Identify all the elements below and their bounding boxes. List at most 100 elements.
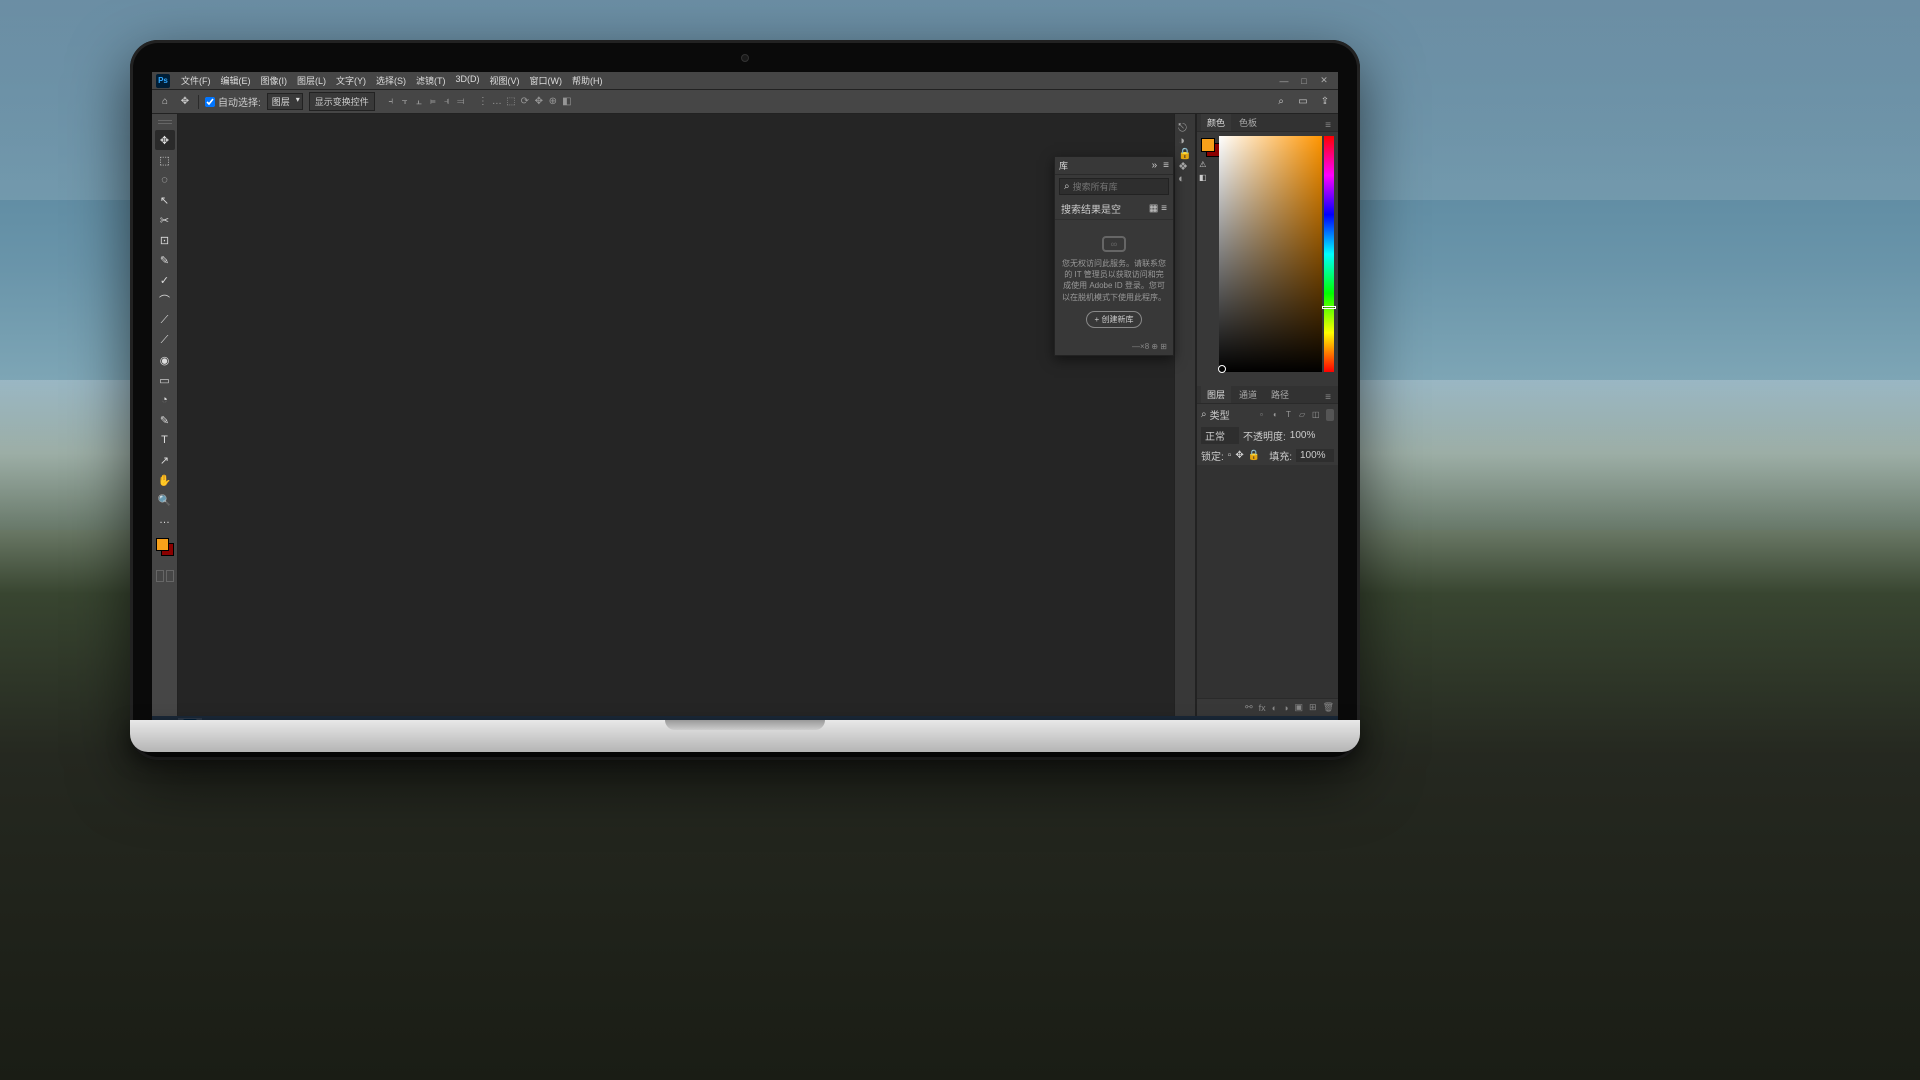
color-swatches[interactable] [156, 538, 174, 556]
opacity-value[interactable]: 100% [1290, 430, 1316, 441]
menu-窗口W[interactable]: 窗口(W) [525, 72, 568, 89]
tool-16[interactable]: ↗ [155, 450, 175, 470]
dock-icon-0[interactable]: ⎋ [1178, 122, 1192, 135]
tool-14[interactable]: ✎ [155, 410, 175, 430]
foreground-swatch[interactable] [1201, 138, 1215, 152]
align-center-h-icon[interactable]: ⫟ [399, 96, 411, 108]
auto-select-target-dropdown[interactable]: 图层 [267, 93, 303, 110]
search-icon[interactable]: ⌕ [1274, 95, 1288, 109]
tool-15[interactable]: T [155, 430, 175, 450]
dock-icon-3[interactable]: ❖ [1178, 160, 1192, 173]
adjustment-layer-icon[interactable]: ◑ [1283, 703, 1288, 713]
tool-5[interactable]: ⊡ [155, 230, 175, 250]
tab-swatches[interactable]: 色板 [1233, 114, 1263, 131]
collapse-panel-icon[interactable]: » [1152, 160, 1158, 171]
move-tool-icon[interactable]: ✥ [178, 95, 192, 109]
library-filter-label[interactable]: 搜索结果是空 [1061, 201, 1121, 216]
library-search-input[interactable]: ⌕ [1059, 178, 1169, 195]
blend-mode-dropdown[interactable]: 正常 [1201, 427, 1239, 444]
menu-图像I[interactable]: 图像(I) [256, 72, 293, 89]
share-icon[interactable]: ⇪ [1318, 95, 1332, 109]
websafe-icon[interactable]: ◧ [1199, 173, 1207, 182]
layer-style-icon[interactable]: fx [1259, 703, 1266, 713]
tab-color[interactable]: 颜色 [1201, 114, 1231, 131]
align-bottom-icon[interactable]: ⫤ [455, 96, 467, 108]
toolbox-grip-icon[interactable] [158, 120, 172, 124]
tool-7[interactable]: ✓ [155, 270, 175, 290]
tool-2[interactable]: ◌ [155, 170, 175, 190]
panel-menu-icon[interactable]: ≡ [1322, 120, 1334, 131]
menu-视图V[interactable]: 视图(V) [485, 72, 525, 89]
tool-19[interactable]: … [155, 510, 175, 530]
tool-12[interactable]: ▭ [155, 370, 175, 390]
lock-position-icon[interactable]: ✥ [1235, 450, 1243, 461]
show-transform-button[interactable]: 显示变换控件 [309, 92, 375, 111]
filter-pixel-icon[interactable]: ▫ [1260, 410, 1270, 420]
layer-mask-icon[interactable]: ◐ [1272, 703, 1277, 713]
tool-11[interactable]: ◉ [155, 350, 175, 370]
extra-icon[interactable]: ⊕ [547, 96, 559, 108]
more-options-icon[interactable]: … [491, 96, 503, 108]
panel-menu-icon[interactable]: ≡ [1163, 160, 1169, 171]
filter-adjust-icon[interactable]: ◐ [1273, 410, 1283, 420]
quickmask-toggle[interactable] [156, 570, 174, 582]
tool-18[interactable]: 🔍 [155, 490, 175, 510]
libraries-tab[interactable]: 库 [1059, 159, 1068, 172]
lock-all-icon[interactable]: 🔒 [1248, 450, 1260, 461]
minimize-button[interactable]: — [1278, 75, 1290, 87]
new-layer-icon[interactable]: ⊞ [1309, 702, 1317, 713]
tool-0[interactable]: ✥ [155, 130, 175, 150]
tool-10[interactable]: ⟋ [155, 330, 175, 350]
filter-toggle[interactable] [1326, 409, 1334, 421]
workspace-icon[interactable]: ▭ [1296, 95, 1310, 109]
fill-value[interactable]: 100% [1296, 449, 1334, 462]
grid-view-icon[interactable]: ▦ [1149, 203, 1158, 214]
menu-图层L[interactable]: 图层(L) [292, 72, 331, 89]
hue-slider[interactable] [1324, 136, 1334, 372]
hue-handle[interactable] [1322, 306, 1336, 309]
menu-3DD[interactable]: 3D(D) [451, 72, 485, 89]
foreground-color[interactable] [156, 538, 169, 551]
distribute-icon[interactable]: ⋮ [477, 96, 489, 108]
list-view-icon[interactable]: ≡ [1161, 203, 1167, 214]
gamut-warning-icon[interactable]: ⚠ [1199, 160, 1206, 169]
menu-帮助H[interactable]: 帮助(H) [567, 72, 608, 89]
group-icon[interactable]: ▣ [1295, 702, 1304, 713]
align-right-icon[interactable]: ⫠ [413, 96, 425, 108]
sb-handle[interactable] [1218, 365, 1226, 373]
layer-list[interactable] [1197, 465, 1338, 698]
align-left-icon[interactable]: ⫞ [385, 96, 397, 108]
close-button[interactable]: ✕ [1318, 75, 1330, 87]
extra2-icon[interactable]: ◧ [561, 96, 573, 108]
tool-3[interactable]: ↖ [155, 190, 175, 210]
tool-17[interactable]: ✋ [155, 470, 175, 490]
tool-13[interactable]: ◔ [155, 390, 175, 410]
tool-9[interactable]: ⟋ [155, 310, 175, 330]
link-layers-icon[interactable]: ⚯ [1245, 702, 1253, 713]
tab-layers[interactable]: 图层 [1201, 386, 1231, 403]
menu-滤镜T[interactable]: 滤镜(T) [411, 72, 451, 89]
tab-channels[interactable]: 通道 [1233, 386, 1263, 403]
menu-选择S[interactable]: 选择(S) [371, 72, 411, 89]
zoom-icon[interactable]: ✥ [533, 96, 545, 108]
menu-编辑E[interactable]: 编辑(E) [216, 72, 256, 89]
lock-pixels-icon[interactable]: ▫ [1228, 450, 1232, 461]
tool-1[interactable]: ⬚ [155, 150, 175, 170]
3d-mode-icon[interactable]: ⬚ [505, 96, 517, 108]
delete-layer-icon[interactable]: 🗑 [1323, 702, 1334, 713]
tool-6[interactable]: ✎ [155, 250, 175, 270]
create-library-button[interactable]: + 创建新库 [1086, 311, 1143, 328]
align-middle-icon[interactable]: ⫣ [441, 96, 453, 108]
home-icon[interactable]: ⌂ [158, 95, 172, 109]
panel-menu-icon[interactable]: ≡ [1322, 392, 1334, 403]
tool-4[interactable]: ✂ [155, 210, 175, 230]
canvas-area[interactable]: 库 » ≡ ⌕ [178, 114, 1174, 716]
filter-shape-icon[interactable]: ▱ [1299, 410, 1309, 420]
auto-select-checkbox[interactable]: 自动选择: [205, 94, 261, 109]
tab-paths[interactable]: 路径 [1265, 386, 1295, 403]
maximize-button[interactable]: □ [1298, 75, 1310, 87]
filter-smart-icon[interactable]: ◫ [1312, 410, 1322, 420]
dock-icon-1[interactable]: ◑ [1178, 135, 1192, 147]
layer-kind-filter[interactable]: ⌕类型 [1201, 407, 1256, 422]
align-top-icon[interactable]: ⫢ [427, 96, 439, 108]
